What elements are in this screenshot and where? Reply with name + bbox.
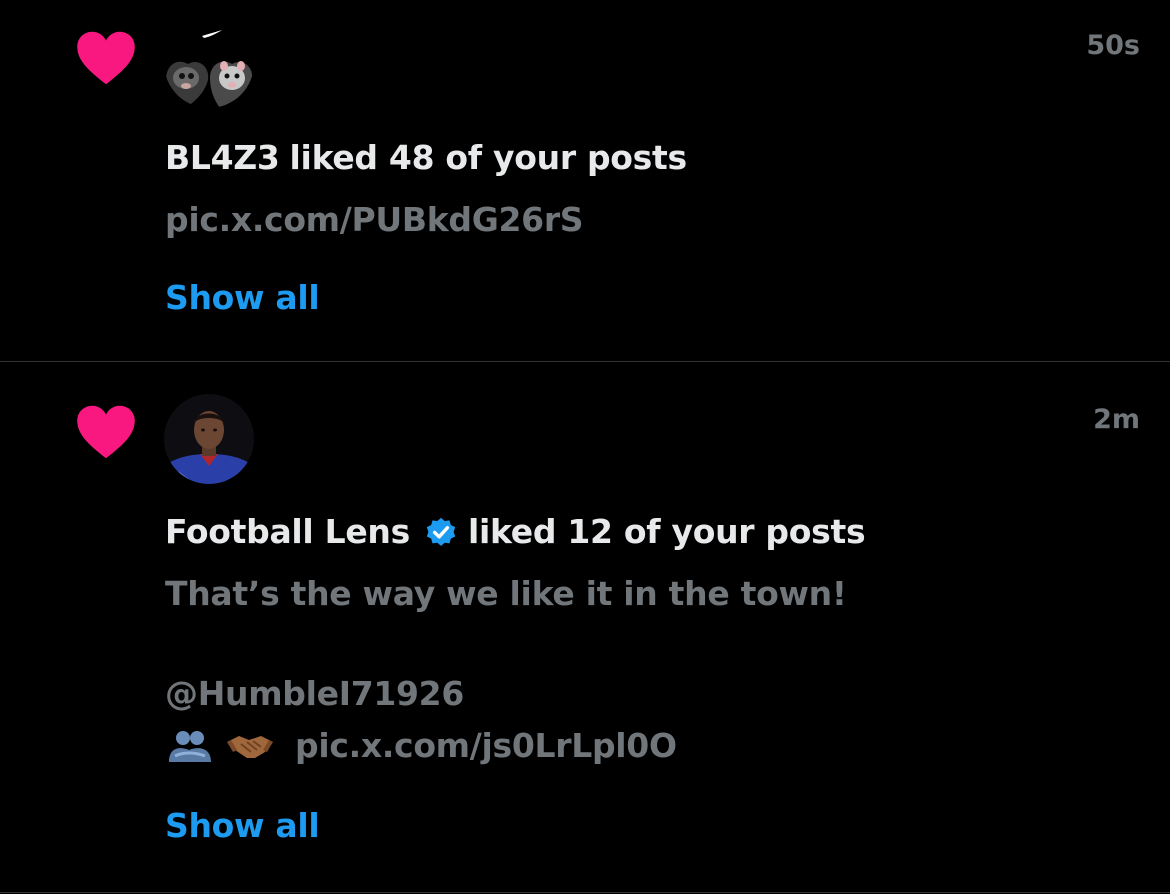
heart-icon: [77, 405, 135, 459]
action-text: liked 48 of your posts: [289, 138, 688, 177]
avatar-image: [164, 394, 254, 484]
post-link[interactable]: pic.x.com/js0LrLpl0O: [295, 726, 677, 765]
show-all-link[interactable]: Show all: [165, 806, 320, 845]
show-all-link[interactable]: Show all: [165, 278, 320, 317]
avatar[interactable]: [164, 18, 254, 108]
verified-badge-icon: [426, 517, 456, 546]
avatar-image: [164, 18, 254, 108]
divider: [0, 892, 1170, 893]
user-name[interactable]: Football Lens: [165, 512, 410, 551]
notification-item[interactable]: 50s BL4Z3 liked 48 of your posts pic.x.c…: [0, 0, 1170, 361]
post-text: That’s the way we like it in the town!: [165, 574, 847, 613]
post-text-line: pic.x.com/js0LrLpl0O: [165, 726, 677, 765]
notification-headline: Football Lens liked 12 of your posts: [165, 512, 866, 551]
notification-item[interactable]: 2m Football Lens liked 12 of your posts …: [0, 362, 1170, 892]
avatar[interactable]: [164, 394, 254, 484]
post-link[interactable]: pic.x.com/PUBkdG26rS: [165, 200, 584, 239]
handshake-emoji: [227, 735, 273, 758]
timestamp: 2m: [1093, 404, 1140, 435]
user-name[interactable]: BL4Z3: [165, 138, 280, 177]
mention-link[interactable]: @HumbleI71926: [165, 674, 464, 713]
action-text: liked 12 of your posts: [467, 512, 866, 551]
timestamp: 50s: [1086, 30, 1140, 61]
heart-icon: [77, 31, 135, 85]
notification-headline: BL4Z3 liked 48 of your posts: [165, 138, 687, 177]
people-hugging-emoji: [169, 730, 211, 762]
